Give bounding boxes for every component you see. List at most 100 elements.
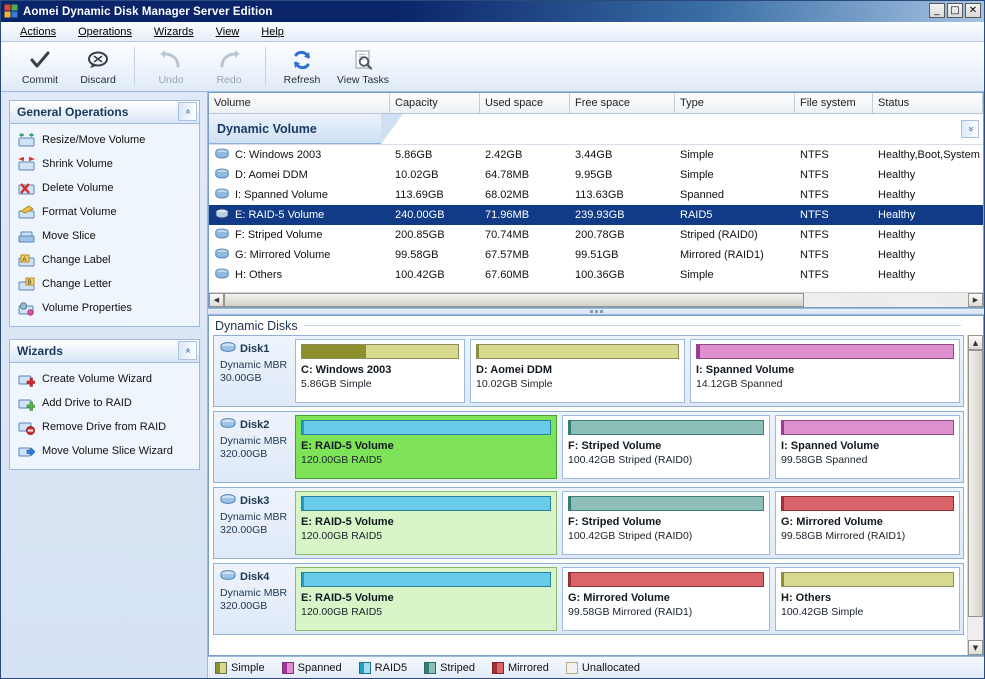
disk-volume-block-selected[interactable]: E: RAID-5 Volume 120.00GB RAID5 [295,567,557,631]
sidebar-item-change-letter[interactable]: B Change Letter [10,272,199,296]
usage-bar [301,496,551,511]
disk-volume-block[interactable]: G: Mirrored Volume 99.58GB Mirrored (RAI… [775,491,960,555]
column-header-used-space[interactable]: Used space [480,93,570,113]
column-header-type[interactable]: Type [675,93,795,113]
disk-row-disk4[interactable]: Disk4 Dynamic MBR 320.00GB E: RAID-5 Vol… [213,563,964,635]
column-header-free-space[interactable]: Free space [570,93,675,113]
panel-general-operations-title: General Operations [17,105,128,119]
volume-icon [215,168,229,182]
cell-type: Simple [675,169,795,181]
disk-row-disk2[interactable]: Disk2 Dynamic MBR 320.00GB E: RAID-5 Vol… [213,411,964,483]
minimize-button[interactable]: _ [929,3,945,18]
cell-free-space: 9.95GB [570,169,675,181]
disk3-name: Disk3 [240,495,269,507]
vscroll-track[interactable] [968,350,983,640]
menu-help[interactable]: Help [250,24,295,40]
hscroll-thumb[interactable] [224,293,804,307]
title-bar: Aomei Dynamic Disk Manager Server Editio… [1,1,984,22]
refresh-button[interactable]: Refresh [273,45,331,90]
table-row[interactable]: F: Striped Volume 200.85GB 70.74MB 200.7… [209,225,983,245]
scroll-up-icon[interactable]: ▲ [968,335,983,350]
panel-general-operations-header[interactable]: General Operations « [9,100,200,123]
menu-operations[interactable]: Operations [67,24,143,40]
disk-volume-block[interactable]: G: Mirrored Volume 99.58GB Mirrored (RAI… [562,567,770,631]
sidebar-item-delete-volume[interactable]: Delete Volume [10,176,199,200]
sidebar-item-resize-move-volume[interactable]: Resize/Move Volume [10,128,199,152]
cell-free-space: 99.51GB [570,249,675,261]
close-button[interactable]: ✕ [965,3,981,18]
disk-volume-block[interactable]: H: Others 100.42GB Simple [775,567,960,631]
disk-volume-block[interactable]: F: Striped Volume 100.42GB Striped (RAID… [562,491,770,555]
cell-used-space: 71.96MB [480,209,570,221]
chevron-down-icon[interactable]: » [961,120,979,138]
disk-volume-block[interactable]: D: Aomei DDM 10.02GB Simple [470,339,685,403]
disk-volume-name: C: Windows 2003 [301,364,459,376]
sidebar-item-shrink-volume[interactable]: Shrink Volume [10,152,199,176]
scroll-left-icon[interactable]: ◀ [209,293,224,307]
undo-button[interactable]: Undo [142,45,200,90]
sidebar-item-add-drive-to-raid[interactable]: Add Drive to RAID [10,391,199,415]
sidebar-item-create-volume-wizard-label: Create Volume Wizard [42,373,152,385]
refresh-icon [291,48,313,72]
disk-row-disk1[interactable]: Disk1 Dynamic MBR 30.00GB C: Windows 200… [213,335,964,407]
sidebar-item-remove-drive-from-raid[interactable]: Remove Drive from RAID [10,415,199,439]
disk-volume-block-selected[interactable]: E: RAID-5 Volume 120.00GB RAID5 [295,491,557,555]
chevron-up-icon[interactable]: « [178,102,197,121]
table-row[interactable]: G: Mirrored Volume 99.58GB 67.57MB 99.51… [209,245,983,265]
table-row[interactable]: H: Others 100.42GB 67.60MB 100.36GB Simp… [209,265,983,285]
column-header-volume[interactable]: Volume [209,93,390,113]
commit-button[interactable]: Commit [11,45,69,90]
table-row[interactable]: C: Windows 2003 5.86GB 2.42GB 3.44GB Sim… [209,145,983,165]
volume-list-hscrollbar[interactable]: ◀ ▶ [209,292,983,307]
cell-used-space: 64.78MB [480,169,570,181]
disk-volume-size: 99.58GB Mirrored (RAID1) [781,530,954,542]
sidebar-item-move-volume-slice-wizard[interactable]: Move Volume Slice Wizard [10,439,199,463]
splitter-grip [590,310,603,313]
disk-volume-block[interactable]: F: Striped Volume 100.42GB Striped (RAID… [562,415,770,479]
cell-file-system: NTFS [795,249,873,261]
redo-button[interactable]: Redo [200,45,258,90]
panel-wizards-header[interactable]: Wizards « [9,339,200,362]
disk-volume-block[interactable]: I: Spanned Volume 14.12GB Spanned [690,339,960,403]
column-header-file-system[interactable]: File system [795,93,873,113]
cell-free-space: 113.63GB [570,189,675,201]
disk-volume-block[interactable]: C: Windows 2003 5.86GB Simple [295,339,465,403]
pane-splitter[interactable] [208,308,984,315]
chevron-up-icon[interactable]: « [178,341,197,360]
sidebar-item-change-label[interactable]: A Change Label [10,248,199,272]
scroll-down-icon[interactable]: ▼ [968,640,983,655]
volume-group-tab-dynamic-volume[interactable]: Dynamic Volume [209,114,381,144]
hscroll-track[interactable] [224,293,968,307]
cell-type: Striped (RAID0) [675,229,795,241]
menu-actions[interactable]: Actions [9,24,67,40]
disk-map-vscrollbar[interactable]: ▲ ▼ [967,335,983,655]
disk-row-disk3[interactable]: Disk3 Dynamic MBR 320.00GB E: RAID-5 Vol… [213,487,964,559]
cell-volume: F: Striped Volume [235,229,322,241]
disk-volume-block[interactable]: I: Spanned Volume 99.58GB Spanned [775,415,960,479]
column-header-capacity[interactable]: Capacity [390,93,480,113]
disk-volume-size: 10.02GB Simple [476,378,679,390]
discard-button[interactable]: Discard [69,45,127,90]
menu-view[interactable]: View [205,24,251,40]
table-row-selected[interactable]: E: RAID-5 Volume 240.00GB 71.96MB 239.93… [209,205,983,225]
panel-wizards: Wizards « Create Volume Wizard Add Drive… [9,339,200,470]
vscroll-thumb[interactable] [968,350,983,617]
scroll-right-icon[interactable]: ▶ [968,293,983,307]
sidebar-item-move-slice[interactable]: Move Slice [10,224,199,248]
sidebar-item-format-volume[interactable]: Format Volume [10,200,199,224]
disk-volume-name: I: Spanned Volume [781,440,954,452]
cell-type: Simple [675,149,795,161]
cell-file-system: NTFS [795,229,873,241]
view-tasks-button[interactable]: View Tasks [331,45,395,90]
table-row[interactable]: I: Spanned Volume 113.69GB 68.02MB 113.6… [209,185,983,205]
maximize-button[interactable]: □ [947,3,963,18]
cell-type: Simple [675,269,795,281]
disk-map-title-row: Dynamic Disks [209,316,983,335]
sidebar-item-volume-properties[interactable]: Volume Properties [10,296,199,320]
sidebar-item-create-volume-wizard[interactable]: Create Volume Wizard [10,367,199,391]
usage-bar [301,572,551,587]
column-header-status[interactable]: Status [873,93,983,113]
disk-volume-block-selected[interactable]: E: RAID-5 Volume 120.00GB RAID5 [295,415,557,479]
menu-wizards[interactable]: Wizards [143,24,205,40]
table-row[interactable]: D: Aomei DDM 10.02GB 64.78MB 9.95GB Simp… [209,165,983,185]
